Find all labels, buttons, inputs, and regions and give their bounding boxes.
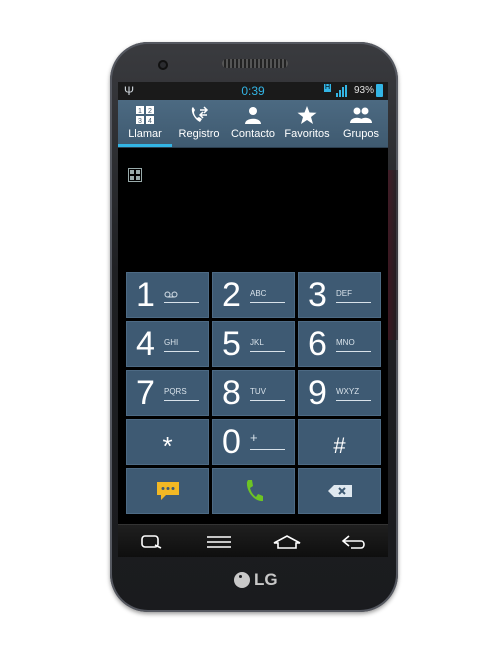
key-5[interactable]: 5 JKL [212, 321, 295, 367]
tab-favoritos[interactable]: Favoritos [280, 100, 334, 147]
key-letters: WXYZ [336, 387, 360, 396]
key-digit: 6 [308, 325, 327, 363]
person-icon [245, 107, 261, 124]
status-bar: Ψ 0:39 H 93% [118, 82, 388, 100]
home-button[interactable] [267, 530, 307, 554]
brand-logo: LG [234, 570, 278, 590]
phone-screen: Ψ 0:39 H 93% 1 2 3 4 Llamar Registro Con… [118, 82, 388, 557]
tab-grupos[interactable]: Grupos [334, 100, 388, 147]
key-underline [336, 400, 371, 401]
message-icon [156, 482, 179, 500]
tab-label: Registro [178, 128, 220, 140]
search-icon [140, 534, 162, 549]
key-7[interactable]: 7 PQRS [126, 370, 209, 416]
key-2[interactable]: 2 ABC [212, 272, 295, 318]
phone-icon [246, 480, 263, 502]
key-digit: 0 [222, 423, 241, 461]
delete-button[interactable] [298, 468, 381, 514]
brand-name: LG [254, 570, 278, 589]
dial-keypad: 1 2 ABC 3 DEF 4 GHI 5 JKL 6 MNO 7 PQRS 8… [126, 272, 382, 514]
key-letters: PQRS [164, 387, 187, 396]
dialpad-grid-icon: 1 2 3 4 [136, 106, 154, 124]
key-letters: TUV [250, 387, 266, 396]
backspace-icon [327, 485, 352, 497]
key-1[interactable]: 1 [126, 272, 209, 318]
key-letters: GHI [164, 338, 179, 347]
network-type-badge: H [324, 84, 332, 92]
key-digit: 5 [222, 325, 241, 363]
key-underline [164, 302, 199, 303]
signal-bars-icon [336, 85, 350, 97]
key-0[interactable]: 0 + [212, 419, 295, 465]
key-underline [164, 400, 199, 401]
key-letters: DEF [336, 289, 352, 298]
message-button[interactable] [126, 468, 209, 514]
star-icon [297, 106, 317, 124]
call-log-icon [191, 106, 209, 122]
screen-edge-glow [388, 170, 398, 340]
key-8[interactable]: 8 TUV [212, 370, 295, 416]
tab-label: Contacto [230, 128, 276, 140]
svg-text:4: 4 [148, 118, 152, 124]
key-digit: 8 [222, 374, 241, 412]
menu-button[interactable] [199, 530, 239, 554]
key-digit: * [162, 431, 173, 461]
navigation-bar [118, 524, 388, 557]
tab-label: Grupos [342, 128, 380, 140]
key-4[interactable]: 4 GHI [126, 321, 209, 367]
dialer-tabs: 1 2 3 4 Llamar Registro Contacto Favorit… [118, 100, 388, 148]
key-digit: 3 [308, 276, 327, 314]
battery-percent: 93% [354, 85, 375, 96]
svg-text:2: 2 [148, 108, 152, 115]
key-digit: 7 [136, 374, 155, 412]
key-underline [250, 302, 285, 303]
svg-text:3: 3 [138, 118, 142, 124]
home-icon [273, 534, 301, 549]
tab-llamar[interactable]: 1 2 3 4 Llamar [118, 100, 172, 147]
voicemail-icon [164, 291, 178, 298]
key-underline [336, 351, 371, 352]
tab-contacto[interactable]: Contacto [226, 100, 280, 147]
lg-logo-icon [234, 572, 250, 588]
menu-icon [207, 535, 232, 548]
key-letters: JKL [250, 338, 264, 347]
key-underline [164, 351, 199, 352]
svg-text:1: 1 [138, 108, 142, 115]
key-hash[interactable]: # [298, 419, 381, 465]
key-digit: 9 [308, 374, 327, 412]
back-button[interactable] [334, 530, 374, 554]
earpiece-speaker [222, 59, 288, 68]
search-button[interactable] [132, 530, 172, 554]
show-dialpad-icon[interactable] [128, 168, 142, 182]
call-button[interactable] [212, 468, 295, 514]
key-underline [250, 351, 285, 352]
key-digit: 4 [136, 325, 155, 363]
front-camera [158, 60, 168, 70]
group-icon [350, 107, 372, 123]
key-letters: MNO [336, 338, 355, 347]
tab-label: Llamar [128, 128, 162, 140]
tab-label: Favoritos [284, 128, 330, 140]
key-9[interactable]: 9 WXYZ [298, 370, 381, 416]
tab-registro[interactable]: Registro [172, 100, 226, 147]
key-underline [336, 302, 371, 303]
battery-icon [376, 84, 383, 97]
key-letters: + [250, 430, 258, 445]
key-star[interactable]: * [126, 419, 209, 465]
key-3[interactable]: 3 DEF [298, 272, 381, 318]
key-6[interactable]: 6 MNO [298, 321, 381, 367]
key-letters: ABC [250, 289, 267, 298]
key-underline [250, 449, 285, 450]
key-digit: # [333, 433, 346, 458]
active-tab-indicator [118, 144, 172, 147]
key-digit: 2 [222, 276, 241, 314]
key-digit: 1 [136, 276, 155, 314]
key-underline [250, 400, 285, 401]
back-icon [342, 534, 366, 549]
